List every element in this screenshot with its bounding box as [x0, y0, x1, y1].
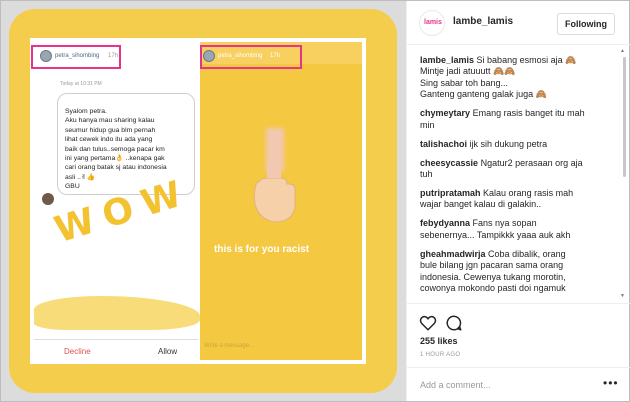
post-sidebar: lamis lambe_lamis Following ▲ lambe_lami…: [406, 1, 630, 401]
allow-button: Allow: [158, 347, 178, 356]
account-avatar[interactable]: lamis: [419, 10, 445, 36]
post-actions: 255 likes 1 HOUR AGO: [407, 303, 630, 365]
add-comment-bar: Add a comment... •••: [407, 367, 630, 401]
add-comment-input[interactable]: Add a comment...: [420, 380, 491, 390]
scroll-down-icon[interactable]: ▼: [620, 293, 625, 299]
scroll-up-icon[interactable]: ▲: [620, 48, 625, 54]
reply-placeholder: Write a message...: [204, 343, 254, 349]
comments-list: lambe_lamis Si babang esmosi aja 🙈 Mintj…: [420, 55, 620, 295]
username-highlight: [200, 45, 302, 69]
list-item: talishachoi ijk sih dukung petra: [420, 138, 548, 149]
hand-icon: [253, 162, 296, 223]
story-caption: this is for you racist: [214, 244, 310, 255]
date-label: Today at 10:31 PM: [60, 81, 102, 87]
username-highlight: [31, 45, 121, 69]
list-item: cheesycassie Ngatur2 perasaan org aja tu…: [420, 157, 583, 180]
scrollbar-thumb[interactable]: [623, 57, 626, 177]
list-item: gheahmadwirja Coba dibalik, orang bule b…: [420, 248, 566, 295]
scrollbar[interactable]: [623, 57, 626, 289]
post-timestamp: 1 HOUR AGO: [420, 352, 461, 358]
list-item: lambe_lamis Si babang esmosi aja 🙈 Mintj…: [420, 55, 577, 100]
heart-icon[interactable]: [419, 314, 437, 332]
list-item: putripratamah Kalau orang rasis mah waja…: [420, 188, 574, 210]
post-header: lamis lambe_lamis Following: [407, 1, 630, 45]
sender-avatar: [42, 193, 54, 205]
likes-count[interactable]: 255 likes: [420, 336, 458, 346]
list-item: chymeytary Emang rasis banget itu mah mi…: [420, 108, 585, 130]
logo-text: lamis: [424, 19, 442, 26]
account-handle[interactable]: lambe_lamis: [453, 16, 513, 27]
more-options-icon[interactable]: •••: [603, 376, 619, 390]
following-button[interactable]: Following: [557, 13, 615, 35]
decline-button: Decline: [64, 347, 91, 356]
comment-icon[interactable]: [445, 314, 463, 332]
list-item: febydyanna Fans nya sopan sebenernya... …: [420, 218, 571, 240]
